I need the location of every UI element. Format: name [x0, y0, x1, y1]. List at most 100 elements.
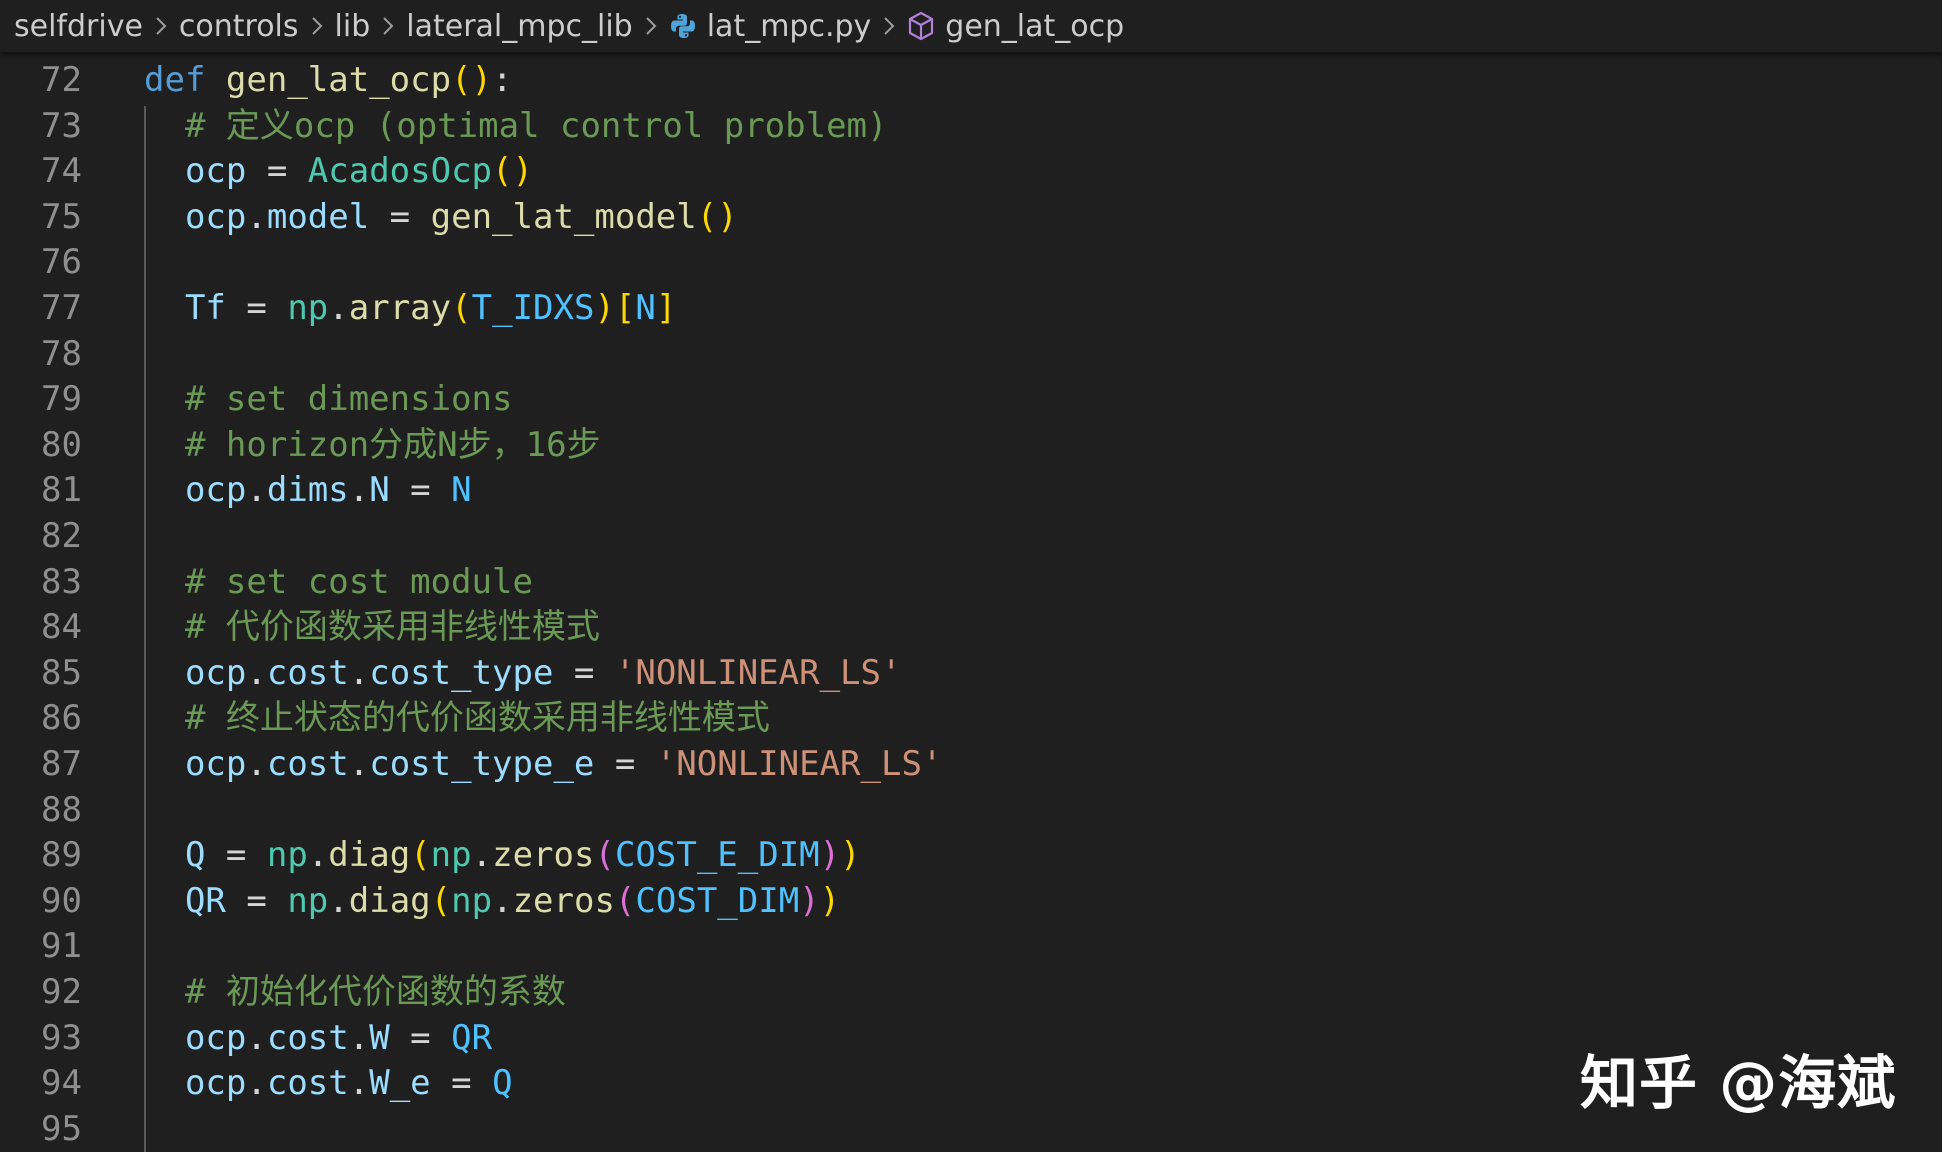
code-line[interactable]: 83 # set cost module — [0, 560, 1942, 606]
breadcrumb-item-symbol[interactable]: gen_lat_ocp — [945, 9, 1124, 44]
code-token: np — [451, 880, 493, 921]
breadcrumb-item-lateral-mpc-lib[interactable]: lateral_mpc_lib — [406, 9, 632, 44]
code-token: = — [553, 652, 615, 693]
code-token: Tf — [144, 288, 226, 328]
code-token: # 初始化代价函数的系数 — [144, 972, 566, 1012]
code-line[interactable]: 73 # 定义ocp (optimal control problem) — [0, 104, 1942, 150]
code-token: N — [451, 470, 472, 511]
code-text: ocp.dims.N = N — [144, 468, 472, 514]
code-text: # set dimensions — [144, 377, 513, 423]
line-number: 83 — [41, 561, 82, 602]
code-token: # set cost module — [144, 561, 533, 602]
code-token: () — [451, 60, 493, 100]
code-token: AcadosOcp — [307, 151, 493, 192]
code-token: . — [492, 880, 513, 921]
line-number: 79 — [41, 379, 82, 420]
code-line[interactable]: 76 — [0, 240, 1942, 286]
code-token: 'NONLINEAR_LS' — [655, 744, 943, 784]
code-line[interactable]: 78 — [0, 332, 1942, 378]
code-line[interactable]: 81 ocp.dims.N = N — [0, 468, 1942, 514]
line-number: 81 — [41, 470, 82, 511]
code-token: COST_DIM — [635, 880, 800, 921]
code-token: QR — [144, 880, 226, 921]
code-token: cost — [266, 1063, 349, 1104]
code-token: cost_type_e — [369, 744, 595, 784]
code-text: Q = np.diag(np.zeros(COST_E_DIM)) — [144, 833, 861, 879]
code-line[interactable]: 91 — [0, 924, 1942, 970]
line-number: 82 — [41, 516, 82, 556]
code-line[interactable]: 92 # 初始化代价函数的系数 — [0, 970, 1942, 1016]
code-token: ) — [819, 880, 841, 921]
breadcrumb-item-controls[interactable]: controls — [179, 9, 299, 44]
code-line[interactable]: 84 # 代价函数采用非线性模式 — [0, 605, 1942, 651]
code-token: zeros — [492, 835, 595, 876]
code-line[interactable]: 77 Tf = np.array(T_IDXS)[N] — [0, 286, 1942, 332]
code-line[interactable]: 80 # horizon分成N步，16步 — [0, 423, 1942, 469]
code-token: T_IDXS — [471, 288, 595, 328]
watermark: 知乎 @海斌 — [1580, 1049, 1897, 1117]
code-token: np — [430, 835, 472, 876]
code-token: ocp — [144, 470, 247, 511]
code-line[interactable]: 82 — [0, 514, 1942, 560]
code-editor[interactable]: 72 def gen_lat_ocp(): 73 # 定义ocp (optimal … — [0, 58, 1942, 1152]
breadcrumb-item-lib[interactable]: lib — [335, 9, 371, 44]
line-number: 89 — [41, 835, 82, 876]
chevron-right-icon — [380, 15, 396, 37]
code-token: Q — [144, 835, 206, 876]
code-token: ocp — [144, 744, 247, 784]
code-text: # 终止状态的代价函数采用非线性模式 — [144, 696, 770, 742]
code-line[interactable]: 74 ocp = AcadosOcp() — [0, 149, 1942, 195]
code-line[interactable]: 88 — [0, 788, 1942, 834]
code-token: = — [369, 196, 431, 237]
code-token: ( — [614, 880, 636, 921]
code-line[interactable]: 75 ocp.model = gen_lat_model() — [0, 195, 1942, 241]
code-token: = — [430, 1063, 493, 1104]
code-token: Q — [492, 1063, 513, 1104]
code-token: ) — [799, 880, 820, 921]
code-token: # 终止状态的代价函数采用非线性模式 — [144, 698, 770, 739]
code-token: 'NONLINEAR_LS' — [614, 652, 902, 693]
chevron-right-icon — [881, 15, 897, 37]
code-line[interactable]: 87 ocp.cost.cost_type_e = 'NONLINEAR_LS' — [0, 742, 1942, 788]
chevron-right-icon — [643, 15, 659, 37]
code-line[interactable]: 85 ocp.cost.cost_type = 'NONLINEAR_LS' — [0, 651, 1942, 697]
code-token: cost — [266, 652, 349, 693]
code-token: . — [246, 470, 267, 511]
code-token: = — [389, 470, 452, 511]
code-token: np — [287, 288, 329, 328]
line-number: 78 — [41, 333, 82, 374]
code-token: model — [266, 196, 370, 237]
code-line[interactable]: 89 Q = np.diag(np.zeros(COST_E_DIM)) — [0, 833, 1942, 879]
line-number: 76 — [41, 242, 82, 283]
line-number: 84 — [41, 607, 82, 648]
code-text: ocp.model = gen_lat_model() — [144, 195, 738, 241]
code-line[interactable]: 86 # 终止状态的代价函数采用非线性模式 — [0, 696, 1942, 742]
code-token: ) — [819, 835, 841, 876]
code-token: diag — [348, 880, 431, 921]
code-token: ocp — [144, 151, 247, 192]
code-token: COST_E_DIM — [614, 835, 820, 876]
line-number: 86 — [41, 698, 82, 739]
code-text: # 定义ocp (optimal control problem) — [144, 104, 888, 150]
code-line[interactable]: 79 # set dimensions — [0, 377, 1942, 423]
code-token: = — [205, 835, 267, 876]
code-token: def — [144, 60, 206, 100]
code-line[interactable]: 90 QR = np.diag(np.zeros(COST_DIM)) — [0, 879, 1942, 925]
code-token: diag — [328, 835, 411, 876]
breadcrumb-item-file[interactable]: lat_mpc.py — [707, 9, 872, 44]
code-text: # 代价函数采用非线性模式 — [144, 605, 600, 651]
line-number: 85 — [41, 652, 82, 693]
code-token: # 代价函数采用非线性模式 — [144, 607, 600, 648]
code-token: # set dimensions — [144, 379, 513, 420]
code-text: # horizon分成N步，16步 — [144, 423, 601, 469]
breadcrumb-item-selfdrive[interactable]: selfdrive — [14, 9, 143, 44]
line-number: 94 — [41, 1063, 82, 1104]
line-number: 88 — [41, 789, 82, 830]
code-token: . — [328, 880, 349, 921]
code-token: gen_lat_model — [430, 196, 697, 237]
code-line[interactable]: 72 def gen_lat_ocp(): — [0, 58, 1942, 104]
code-text: # set cost module — [144, 560, 533, 606]
code-token: ( — [410, 835, 431, 876]
chevron-right-icon — [153, 15, 169, 37]
code-token: . — [348, 744, 370, 784]
